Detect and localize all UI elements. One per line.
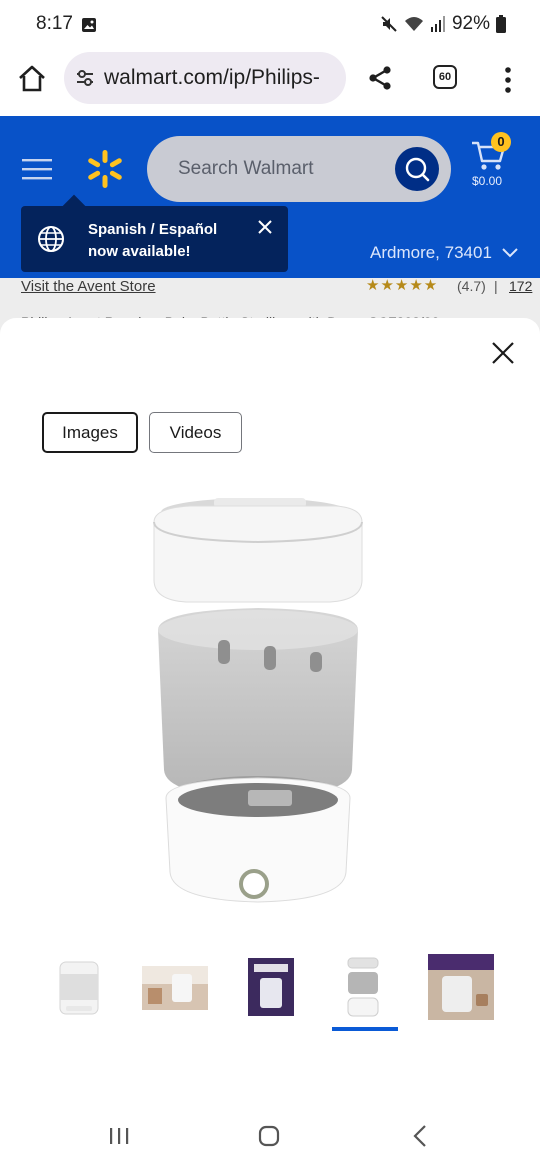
battery-percent: 92%: [451, 13, 490, 34]
status-icons: 92%: [380, 13, 506, 35]
rating-stars: ★★★★★: [366, 277, 439, 294]
search-button[interactable]: [395, 147, 439, 191]
more-menu-icon[interactable]: [500, 66, 516, 94]
thumbnail-sterilizer-exploded[interactable]: [332, 954, 398, 1020]
recent-apps-icon[interactable]: [108, 1126, 130, 1146]
cart-total: $0.00: [472, 174, 503, 188]
home-nav-icon[interactable]: [258, 1125, 280, 1147]
rating-separator: |: [494, 278, 498, 294]
location-text: Ardmore, 73401: [370, 243, 492, 262]
status-bar: 8:17 92%: [0, 0, 540, 50]
selected-thumbnail-indicator: [332, 1027, 398, 1031]
mute-icon: [381, 16, 397, 32]
search-placeholder: Search Walmart: [178, 158, 314, 179]
thumbnail-room-for-bottles[interactable]: [428, 954, 494, 1020]
cart-count-badge: 0: [491, 132, 511, 152]
browser-toolbar: walmart.com/ip/Philips- 60: [0, 50, 540, 116]
share-icon[interactable]: [366, 64, 394, 92]
toast-message: Spanish / Español now available!: [88, 219, 238, 263]
search-icon: [405, 157, 430, 182]
thumbnail-kitchen-scene[interactable]: [142, 954, 208, 1020]
thumbnail-box-packaging[interactable]: [238, 954, 304, 1020]
close-icon[interactable]: [257, 219, 273, 235]
search-input[interactable]: Search Walmart: [147, 136, 451, 202]
battery-icon: [496, 15, 506, 33]
chevron-down-icon: [502, 248, 518, 258]
product-main-image: [153, 498, 363, 903]
tab-videos[interactable]: Videos: [149, 412, 242, 453]
rating-value: (4.7): [457, 278, 486, 294]
close-icon[interactable]: [490, 340, 516, 366]
back-icon[interactable]: [412, 1124, 428, 1148]
wifi-icon: [404, 17, 423, 31]
signal-icon: [430, 16, 445, 32]
tab-switcher-button[interactable]: 60: [433, 65, 457, 89]
home-icon[interactable]: [16, 63, 48, 95]
gallery-notification-icon: [82, 18, 96, 32]
location-selector[interactable]: Ardmore, 73401: [370, 243, 518, 263]
thumbnail-sterilizer-closed[interactable]: [46, 954, 112, 1020]
site-settings-icon[interactable]: [74, 67, 96, 89]
url-text: walmart.com/ip/Philips-: [104, 66, 320, 89]
globe-icon: [38, 226, 64, 252]
language-toast: Spanish / Español now available!: [21, 194, 288, 272]
hamburger-menu-icon[interactable]: [22, 156, 52, 182]
address-bar[interactable]: walmart.com/ip/Philips-: [64, 52, 346, 104]
store-link[interactable]: Visit the Avent Store: [21, 278, 156, 295]
toast-line-1: Spanish / Español: [88, 221, 218, 238]
toast-line-2: now available!: [88, 243, 191, 260]
status-time: 8:17: [36, 13, 73, 34]
review-count-link[interactable]: 172: [509, 278, 532, 294]
walmart-spark-logo[interactable]: [84, 148, 126, 190]
tab-images[interactable]: Images: [42, 412, 138, 453]
